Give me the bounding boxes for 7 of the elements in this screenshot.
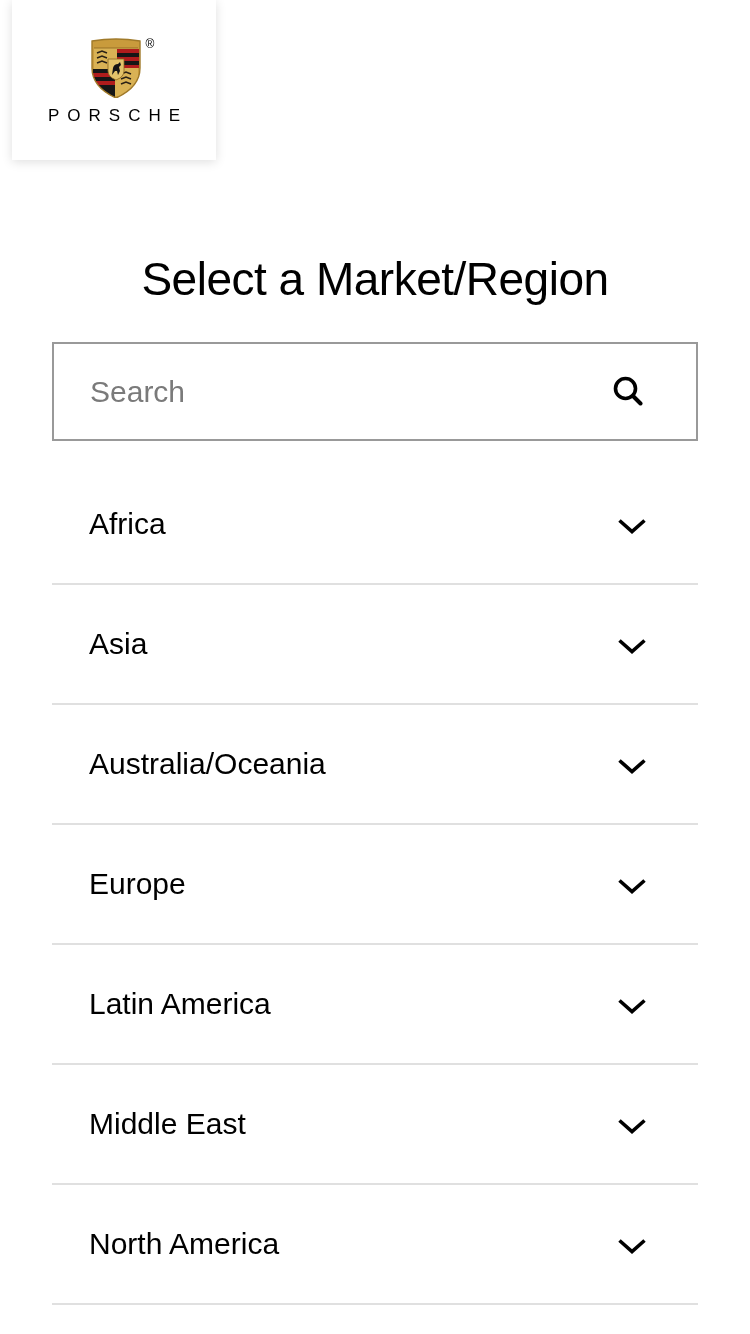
search-icon[interactable] — [613, 376, 643, 406]
search-field[interactable]: Search — [52, 342, 698, 441]
page-title: Select a Market/Region — [141, 252, 609, 306]
logo-wordmark: PORSCHE — [47, 108, 189, 124]
shield-crest-icon — [90, 38, 141, 98]
registered-mark: ® — [145, 38, 155, 50]
logo-card[interactable]: ® PORSCHE — [12, 0, 216, 160]
